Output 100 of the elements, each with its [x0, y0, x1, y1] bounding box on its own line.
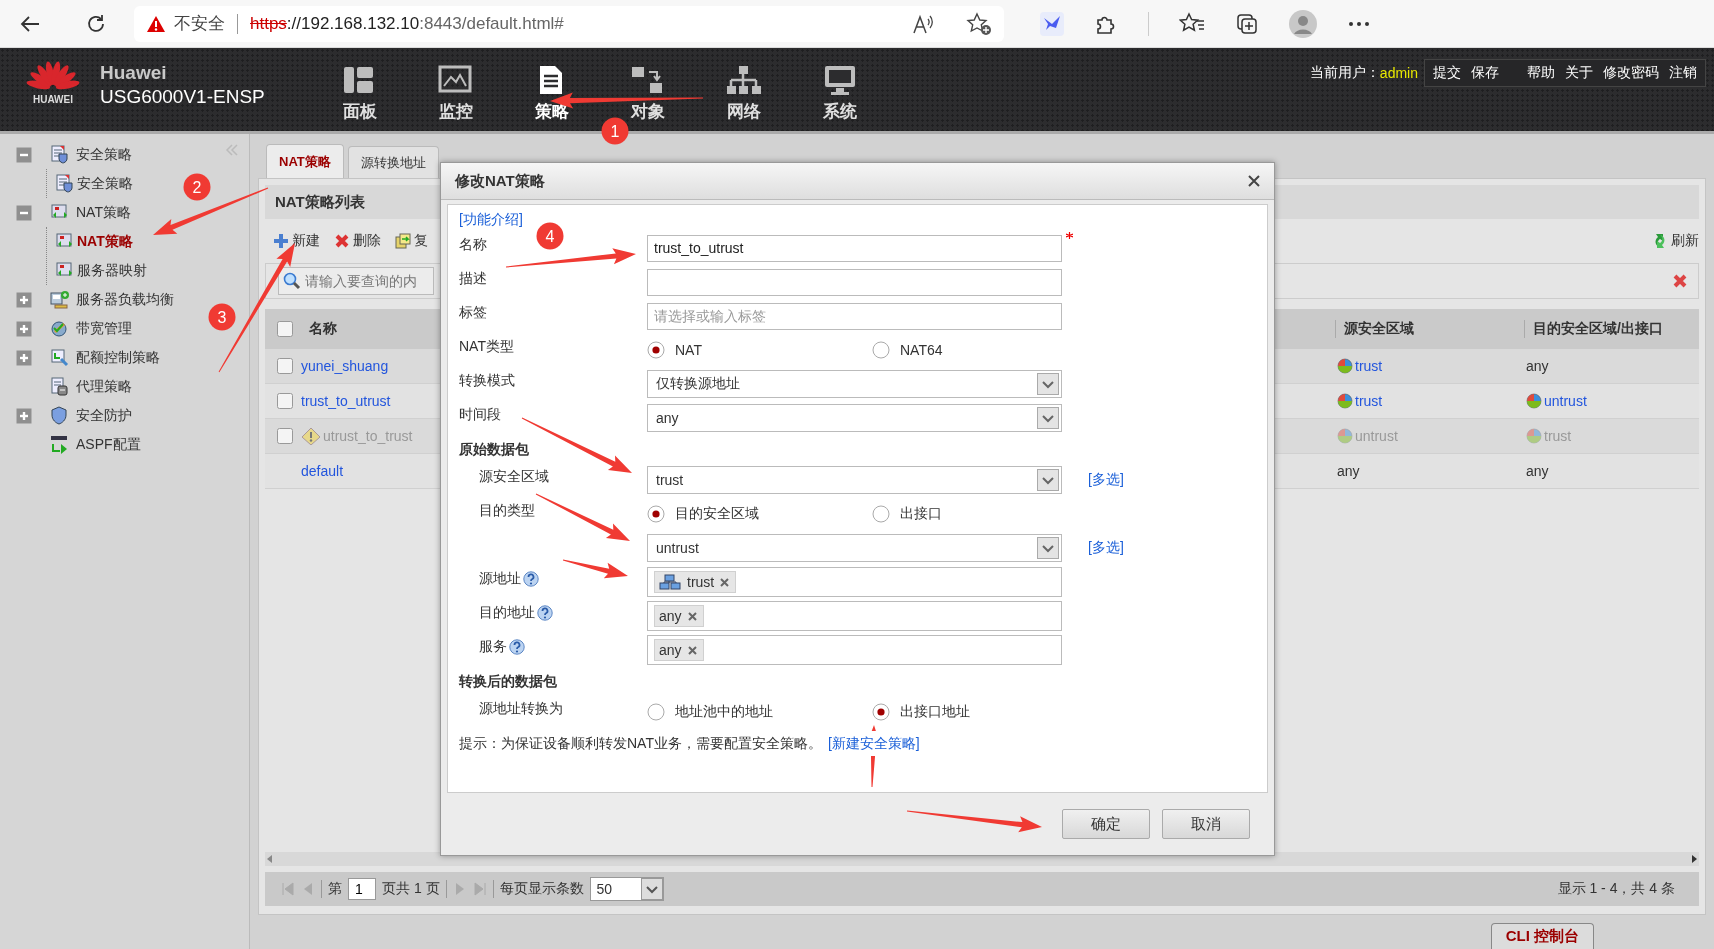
tree-item[interactable]: 服务器负载均衡 [76, 290, 174, 309]
header-link[interactable]: 注销 [1669, 64, 1697, 82]
toolbar-button[interactable]: 删除 [334, 232, 381, 250]
close-icon[interactable] [1248, 175, 1260, 187]
scroll-right-icon[interactable] [1689, 854, 1699, 864]
tag-chip: trust [654, 571, 737, 593]
table-cell: any [1526, 463, 1549, 479]
collections-icon[interactable] [1235, 11, 1259, 36]
dropdown-field[interactable]: any [647, 404, 1062, 432]
multi-select-link[interactable]: [多选] [1088, 539, 1267, 557]
dropdown-field[interactable]: untrust [647, 534, 1062, 562]
tree-item[interactable]: 带宽管理 [76, 319, 132, 338]
remove-icon[interactable] [720, 577, 730, 587]
radio-option[interactable]: 地址池中的地址 [647, 703, 872, 721]
checkbox[interactable] [277, 428, 293, 444]
policy-name-link[interactable]: default [301, 463, 344, 479]
header-link[interactable]: 保存 [1471, 64, 1499, 82]
bird-icon[interactable] [1040, 11, 1064, 36]
multi-select-link[interactable]: [多选] [1088, 471, 1267, 489]
tree-item[interactable]: 安全策略 [77, 174, 133, 193]
section-heading: 转换后的数据包 [459, 673, 557, 691]
tree-item[interactable]: 代理策略 [76, 377, 132, 396]
field-label: 时间段 [459, 406, 501, 424]
column-header: 目的安全区域/出接口 [1524, 320, 1699, 338]
remove-icon[interactable] [687, 645, 697, 655]
policy-name-link[interactable]: trust_to_utrust [301, 393, 391, 409]
text-field[interactable]: 请选择或输入标签 [647, 302, 1062, 330]
expander-icon[interactable] [16, 407, 32, 424]
add-favorite-icon[interactable] [966, 11, 992, 36]
shield-icon [50, 405, 70, 426]
pie-chart-icon [1526, 428, 1542, 444]
computer-icon [822, 64, 858, 96]
toolbar-button[interactable]: 新建 [273, 232, 320, 250]
radio-button[interactable] [872, 703, 890, 721]
tree-item[interactable]: 服务器映射 [77, 261, 147, 280]
nav-tab[interactable]: 网络 [696, 64, 792, 123]
cli-console-button[interactable]: CLI 控制台 [1490, 923, 1594, 949]
dropdown-field[interactable]: 仅转换源地址 [647, 370, 1062, 398]
checkbox[interactable] [277, 358, 293, 374]
policy-name-link[interactable]: yunei_shuang [301, 358, 389, 374]
security-label[interactable]: 不安全 [174, 13, 238, 34]
tag-field[interactable]: any [647, 601, 1062, 631]
radio-button[interactable] [647, 703, 665, 721]
avatar-icon[interactable] [1289, 9, 1317, 38]
remove-icon[interactable] [687, 611, 697, 621]
nav-tab[interactable]: 监控 [408, 64, 504, 123]
radio-button[interactable] [647, 505, 665, 523]
header-link[interactable]: 关于 [1565, 64, 1593, 82]
dialog-button[interactable]: 取消 [1162, 809, 1250, 839]
expander-icon[interactable] [16, 204, 32, 221]
radio-button[interactable] [872, 505, 890, 523]
zone-link[interactable]: trust [1355, 358, 1383, 374]
nav-tab[interactable]: 系统 [792, 64, 888, 123]
tree-item[interactable]: ASPF配置 [76, 435, 141, 454]
text-field[interactable] [647, 268, 1062, 296]
dropdown-field[interactable]: trust [647, 466, 1062, 494]
tree-item[interactable]: 安全防护 [76, 406, 132, 425]
search-field[interactable]: 请输入要查询的内 [278, 267, 434, 295]
radio-option[interactable]: 目的安全区域 [647, 505, 872, 523]
scroll-left-icon[interactable] [265, 854, 275, 864]
network-icon [726, 64, 762, 96]
header-link[interactable]: 帮助 [1527, 64, 1555, 82]
address-bar[interactable]: 不安全 https://192.168.132.10:8443/default.html# [134, 5, 1004, 42]
copy-icon [395, 233, 411, 249]
tree-item[interactable]: 安全策略 [76, 145, 132, 164]
user-label: 当前用户： [1309, 64, 1380, 82]
header-link[interactable]: 修改密码 [1603, 64, 1659, 82]
header-link[interactable]: 提交 [1433, 64, 1461, 82]
pager-label: 第 [328, 880, 342, 898]
expander-icon[interactable] [16, 291, 32, 308]
radio-button[interactable] [872, 341, 890, 359]
refresh-button[interactable]: 刷新 [1652, 232, 1699, 250]
tree-item[interactable]: NAT策略 [76, 203, 131, 222]
radio-option[interactable]: 出接口地址 [872, 703, 1062, 721]
tag-field[interactable]: trust [647, 567, 1062, 597]
radio-option[interactable]: NAT64 [872, 341, 1062, 359]
toolbar-button[interactable]: 复 [395, 232, 428, 250]
clear-icon[interactable] [1672, 273, 1688, 289]
tree-item[interactable]: 配额控制策略 [76, 348, 160, 367]
radio-option[interactable]: 出接口 [872, 505, 1062, 523]
tag-field[interactable]: any [647, 635, 1062, 665]
radio-button[interactable] [647, 341, 665, 359]
radio-option[interactable]: NAT [647, 341, 872, 359]
nav-tab[interactable]: 面板 [312, 64, 408, 123]
new-policy-link[interactable]: [新建安全策略] [827, 735, 920, 751]
text-field[interactable]: trust_to_utrust [647, 234, 1062, 262]
zone-link[interactable]: untrust [1544, 393, 1587, 409]
dialog-button[interactable]: 确定 [1062, 809, 1150, 839]
zone-link[interactable]: trust [1355, 393, 1383, 409]
page-input[interactable]: 1 [348, 878, 376, 900]
expander-icon[interactable] [16, 320, 32, 337]
checkbox[interactable] [277, 393, 293, 409]
expander-icon[interactable] [16, 349, 32, 366]
tab[interactable]: NAT策略 [266, 144, 344, 178]
tag-chip: any [654, 639, 704, 661]
checkbox[interactable] [277, 321, 293, 337]
expander-icon[interactable] [16, 146, 32, 163]
page-size-select[interactable]: 50 [589, 877, 664, 901]
tree-item[interactable]: NAT策略 [77, 232, 133, 251]
tab[interactable]: 源转换地址 [347, 146, 439, 178]
